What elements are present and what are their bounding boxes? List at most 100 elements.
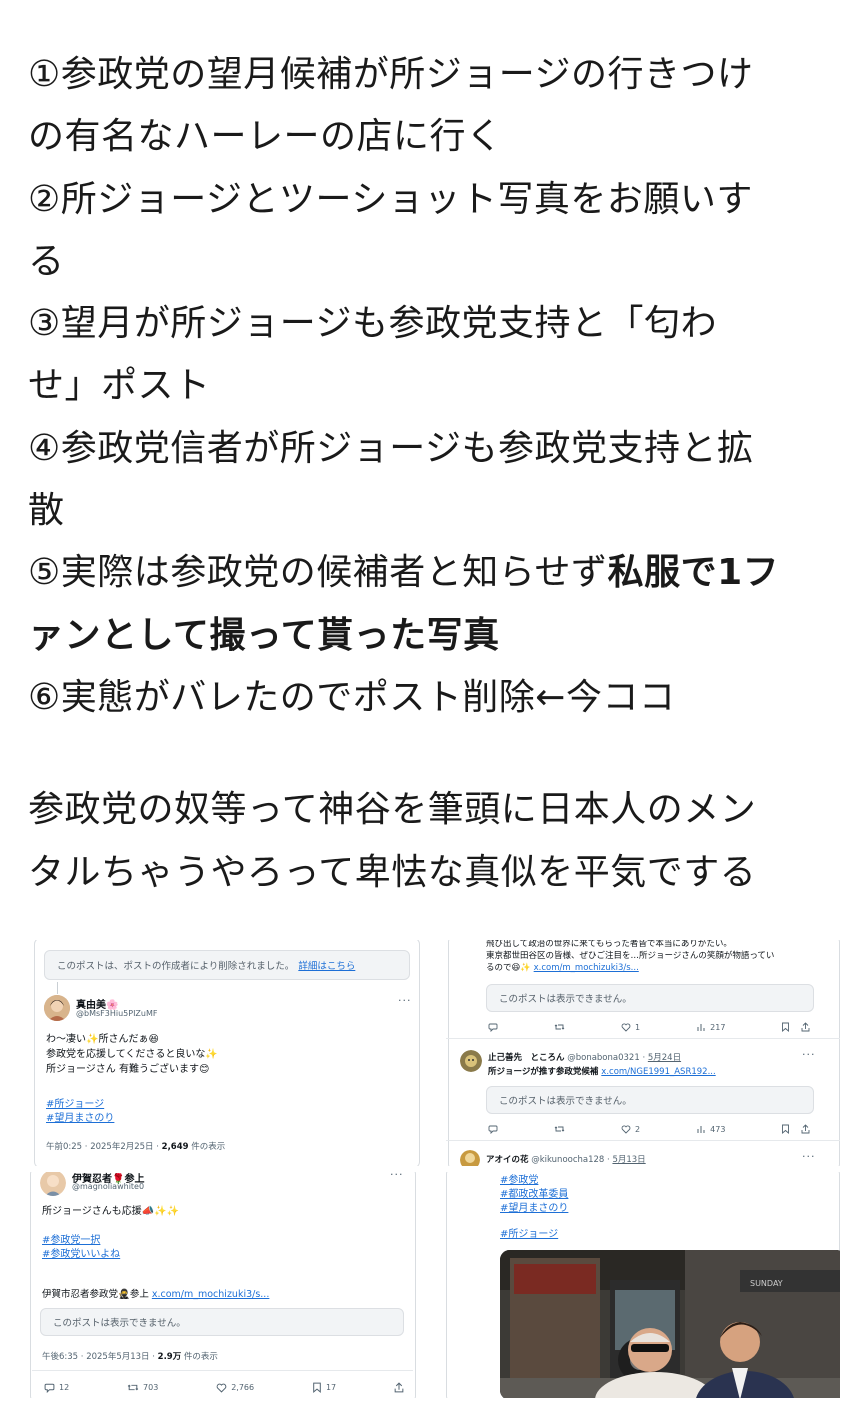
repost-icon[interactable]	[554, 1124, 565, 1134]
action-bar: 1 217	[488, 1022, 810, 1032]
repost-button[interactable]: 703	[127, 1382, 158, 1393]
tweet-body: 飛び出して政治の世界に来てもらった者皆で本当にありがたい。 東京都世田谷区の皆様…	[486, 940, 774, 974]
post-line: ァンとして撮って貰った写真	[28, 605, 838, 667]
avatar[interactable]	[460, 1050, 482, 1072]
screenshot-panel-1[interactable]: このポストは、ポストの作成者により削除されました。 詳細はこちら 真由美🌸 @bM…	[30, 940, 425, 1166]
heart-icon	[216, 1383, 227, 1393]
post-line: ③望月が所ジョージも参政党支持と「匂わ	[28, 303, 718, 345]
reply-icon	[44, 1383, 55, 1393]
view-suffix: 件の表示	[181, 1352, 218, 1362]
post-line: ②所ジョージとツーショット写真をお願いす	[28, 178, 753, 220]
heart-icon	[621, 1023, 631, 1032]
reply-icon[interactable]	[488, 1124, 498, 1134]
image-grid[interactable]: このポストは、ポストの作成者により削除されました。 詳細はこちら 真由美🌸 @bM…	[24, 940, 840, 1402]
more-icon[interactable]: ···	[802, 1150, 816, 1163]
tweet-time[interactable]: 午前0:25 · 2025年2月25日 ·	[46, 1142, 162, 1152]
quote-line: 伊賀市忍者参政党🥷参上 x.com/m_mochizuki3/s...	[42, 1286, 269, 1300]
share-group	[781, 1124, 810, 1134]
quote-link[interactable]: x.com/m_mochizuki3/s...	[152, 1289, 270, 1300]
screenshot-panel-2[interactable]: 飛び出して政治の世界に来てもらった者皆で本当にありがたい。 東京都世田谷区の皆様…	[446, 940, 840, 1166]
screenshot-panel-3[interactable]: 伊賀忍者🌹参上 @magnoliawhite0 ··· 所ジョージさんも応援📣✨…	[24, 1172, 419, 1398]
tweet-body: わ〜凄い✨所さんだぁ😆 参政党を応援してくださると良いな✨ 所ジョージさん 有難…	[46, 1032, 218, 1077]
share-icon	[801, 1022, 810, 1032]
user-handle[interactable]: @magnoliawhite0	[72, 1182, 144, 1191]
like-button[interactable]: 2,766	[216, 1382, 254, 1393]
repost-icon	[127, 1384, 139, 1391]
bookmark-icon	[782, 1022, 790, 1032]
avatar[interactable]	[44, 995, 70, 1021]
tweet-line: わ〜凄い✨所さんだぁ😆	[46, 1034, 159, 1045]
unavailable-notice: このポストは表示できません。	[486, 984, 814, 1012]
tweet-text: 所ジョージが推す参政党候補	[488, 1067, 602, 1077]
like-button[interactable]: 2	[621, 1124, 640, 1134]
tweet-body: 所ジョージさんも応援📣✨✨	[42, 1206, 180, 1217]
hashtag-link[interactable]: #参政党	[500, 1174, 568, 1188]
hashtags: #参政党 #都政改革委員 #望月まさのり	[500, 1174, 568, 1216]
bookmark-button[interactable]: 17	[312, 1382, 336, 1393]
user-name[interactable]: 止己善先 ところん	[488, 1053, 565, 1063]
tweet-photo[interactable]: SUNDAY	[500, 1250, 840, 1398]
repost-count: 703	[143, 1383, 159, 1392]
view-count: 217	[710, 1022, 726, 1032]
tweet-time[interactable]: 午後6:35 · 2025年5月13日 ·	[42, 1352, 158, 1362]
reply-button[interactable]: 12	[44, 1382, 69, 1393]
bookmark-icon	[782, 1124, 790, 1134]
more-icon[interactable]: ···	[802, 1048, 816, 1061]
heart-icon	[621, 1125, 631, 1134]
user-handle[interactable]: @bonabona0321	[567, 1053, 640, 1063]
share-button[interactable]	[394, 1382, 404, 1393]
tweet-link[interactable]: x.com/NGE1991_ASR192...	[601, 1067, 715, 1077]
hashtag-link[interactable]: #望月まさのり	[46, 1112, 114, 1126]
views-button[interactable]: 217	[696, 1022, 725, 1032]
tweet-header: アオイの花 @kikunoocha128 · 5月13日	[486, 1155, 646, 1165]
chart-icon	[697, 1024, 705, 1031]
hashtag-link[interactable]: #参政党いいよね	[42, 1248, 120, 1262]
views-button[interactable]: 473	[696, 1124, 725, 1134]
hashtag-link[interactable]: #所ジョージ	[500, 1228, 558, 1242]
like-button[interactable]: 1	[621, 1022, 640, 1032]
tweet-date[interactable]: 5月24日	[648, 1053, 681, 1063]
tweet-meta: 午前0:25 · 2025年2月25日 · 2,649 件の表示	[46, 1140, 225, 1152]
tweet-header: 止己善先 ところん @bonabona0321 · 5月24日	[488, 1053, 682, 1063]
user-handle[interactable]: @kikunoocha128	[531, 1155, 604, 1165]
chart-icon	[697, 1126, 705, 1133]
user-name[interactable]: アオイの花	[486, 1155, 529, 1165]
photo-image: SUNDAY	[500, 1250, 840, 1398]
tweet-line: 所ジョージさん 有難うございます😊	[46, 1064, 210, 1075]
share-group	[781, 1022, 810, 1032]
share-icon	[801, 1124, 810, 1134]
tweet-date[interactable]: 5月13日	[612, 1155, 645, 1165]
tweet-line: 東京都世田谷区の皆様、ぜひご注目を…所ジョージさんの笑顔が物語ってい	[486, 951, 775, 961]
deleted-notice-text: このポストは、ポストの作成者により削除されました。	[57, 961, 295, 972]
post-line: 散	[28, 490, 65, 532]
reply-icon[interactable]	[488, 1022, 498, 1032]
action-bar: 12 703 2,766 17	[44, 1382, 404, 1393]
repost-icon[interactable]	[554, 1022, 565, 1032]
unavailable-notice: このポストは表示できません。	[486, 1086, 814, 1114]
tweet-text: るので😆✨	[486, 963, 534, 973]
tweet-link[interactable]: x.com/m_mochizuki3/s...	[534, 963, 639, 973]
hashtag-link[interactable]: #所ジョージ	[46, 1098, 114, 1112]
tweet-line: 飛び出して政治の世界に来てもらった者皆で本当にありがたい。	[486, 940, 732, 949]
hashtag-link[interactable]: #参政党一択	[42, 1234, 120, 1248]
more-icon[interactable]: ···	[398, 994, 412, 1007]
hashtags: #所ジョージ #望月まさのり	[46, 1098, 114, 1126]
avatar[interactable]	[460, 1150, 480, 1166]
hashtag-link[interactable]: #望月まさのり	[500, 1202, 568, 1216]
share-icon	[394, 1382, 404, 1393]
more-icon[interactable]: ···	[390, 1172, 404, 1181]
svg-text:SUNDAY: SUNDAY	[750, 1279, 783, 1288]
like-count: 1	[635, 1022, 641, 1032]
deleted-notice: このポストは、ポストの作成者により削除されました。 詳細はこちら	[44, 950, 410, 980]
bookmark-icon	[313, 1382, 321, 1393]
user-handle[interactable]: @bMsF3Hiu5PIZuMF	[76, 1009, 157, 1018]
details-link[interactable]: 詳細はこちら	[298, 958, 355, 972]
view-count: 473	[710, 1124, 726, 1134]
post-line: せ」ポスト	[28, 365, 211, 407]
screenshot-panel-4[interactable]: #参政党 #都政改革委員 #望月まさのり #所ジョージ SUNDAY	[442, 1172, 840, 1398]
post-line: ⑥実態がバレたのでポスト削除←今ココ	[28, 676, 676, 718]
post-line: ⑤実際は参政党の候補者と知らせず私服で1フ	[28, 542, 838, 604]
quote-name: 伊賀市忍者参政党🥷参上	[42, 1289, 152, 1300]
post-line-normal: ⑤実際は参政党の候補者と知らせず	[28, 552, 608, 594]
hashtag-link[interactable]: #都政改革委員	[500, 1188, 568, 1202]
